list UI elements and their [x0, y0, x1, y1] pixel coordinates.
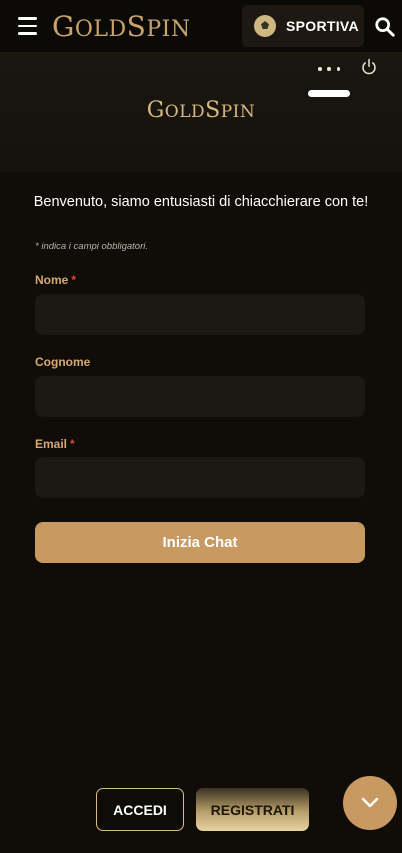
power-icon[interactable]: [360, 58, 378, 76]
nome-input[interactable]: [35, 294, 365, 335]
register-button[interactable]: REGISTRATI: [196, 788, 309, 831]
chevron-down-icon: [361, 797, 379, 808]
drag-handle[interactable]: [308, 90, 350, 97]
search-icon[interactable]: [374, 16, 396, 38]
top-navbar: GOLDSPIN SPORTIVA: [0, 0, 402, 52]
chat-brand-logo: GOLDSPIN: [146, 98, 256, 123]
required-note: * indica i campi obbligatori.: [35, 241, 149, 252]
menu-icon[interactable]: [18, 17, 38, 35]
chat-widget: GOLDSPIN Benvenuto, siamo entusiasti di …: [0, 52, 402, 853]
sportiva-label: SPORTIVA: [286, 18, 359, 34]
more-options-icon[interactable]: [318, 66, 340, 72]
required-marker: *: [71, 273, 77, 287]
football-icon: [254, 15, 276, 37]
brand-logo[interactable]: GOLDSPIN: [52, 12, 191, 45]
welcome-message: Benvenuto, siamo entusiasti di chiacchie…: [33, 194, 369, 210]
minimize-chat-button[interactable]: [343, 776, 397, 830]
sportiva-button[interactable]: SPORTIVA: [242, 5, 364, 47]
login-button[interactable]: ACCEDI: [96, 788, 184, 831]
chat-header: GOLDSPIN: [0, 52, 402, 172]
email-label: Email *: [35, 437, 75, 451]
required-marker: *: [70, 437, 75, 451]
start-chat-button[interactable]: Inizia Chat: [35, 522, 365, 563]
email-input[interactable]: [35, 457, 365, 498]
cognome-label: Cognome: [35, 355, 91, 369]
nome-label: Nome *: [35, 273, 77, 287]
cognome-input[interactable]: [35, 376, 365, 417]
